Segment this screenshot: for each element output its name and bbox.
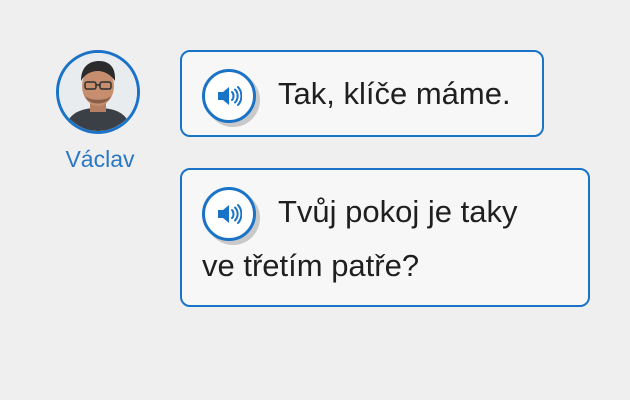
speaker-name: Václav	[65, 146, 135, 172]
avatar-photo	[59, 53, 137, 131]
avatar	[56, 50, 140, 134]
message-bubble: Tvůj pokoj je taky ve třetím patře?	[180, 168, 590, 307]
message-bubble: Tak, klíče máme.	[180, 50, 544, 137]
message-text-line: Tvůj pokoj je taky	[278, 194, 518, 229]
play-audio-button[interactable]	[202, 69, 256, 123]
speaker-icon	[218, 204, 242, 224]
speaker-icon	[218, 86, 242, 106]
message-text: Tak, klíče máme.	[278, 76, 511, 111]
play-audio-button[interactable]	[202, 187, 256, 241]
message-text-line: ve třetím patře?	[202, 248, 420, 283]
